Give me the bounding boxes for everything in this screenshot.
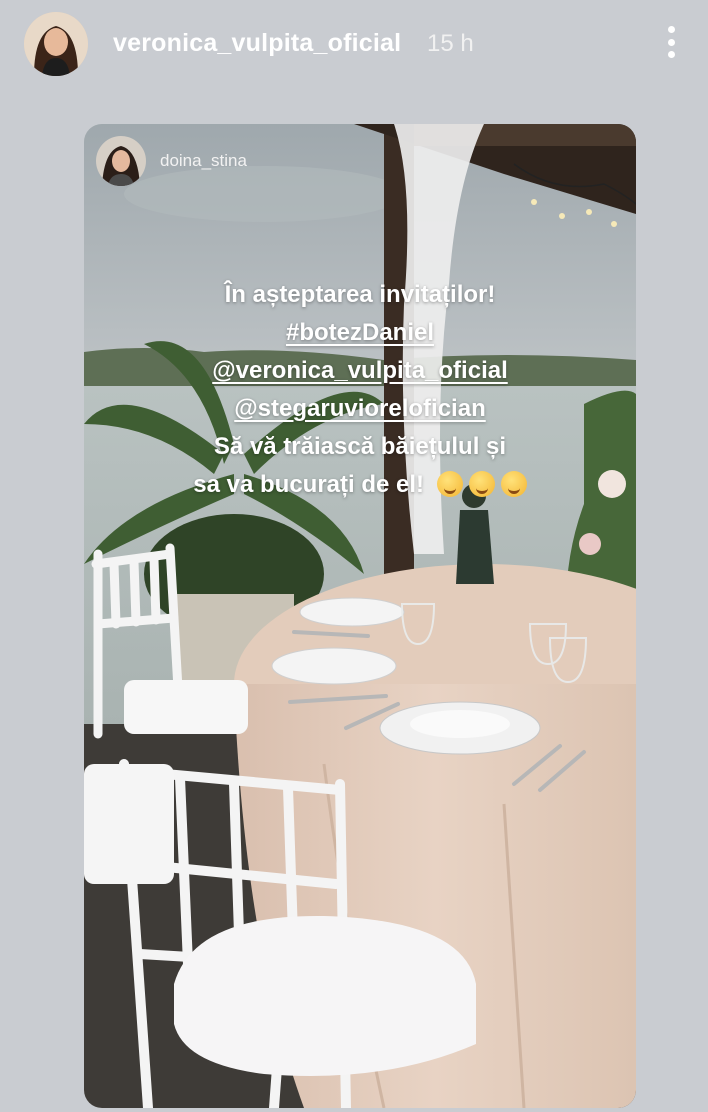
post-time: 15 h <box>427 30 474 57</box>
mention-link-1[interactable]: @veronica_vulpita_oficial <box>212 357 508 384</box>
hugging-face-icon <box>468 471 495 497</box>
repost-avatar[interactable] <box>96 136 146 186</box>
profile-username[interactable]: veronica_vulpita_oficial <box>113 29 401 58</box>
more-vertical-icon <box>667 26 675 33</box>
mention-link-2[interactable]: @stegaruviorelofician <box>234 395 485 422</box>
hugging-face-icon <box>500 471 527 497</box>
caption-line-6: sa va bucurați de el! <box>193 471 425 498</box>
story-caption: În așteptarea invitaților! #botezDaniel … <box>84 276 636 504</box>
story-photo <box>84 124 636 1108</box>
story-card[interactable]: doina_stina În așteptarea invitaților! #… <box>84 124 636 1108</box>
hugging-face-icon <box>436 471 463 497</box>
repost-username[interactable]: doina_stina <box>160 151 247 171</box>
caption-line-5: Să vă trăiască băiețulul și <box>213 433 507 460</box>
caption-line-1: În așteptarea invitaților! <box>224 281 496 308</box>
story-header: veronica_vulpita_oficial 15 h <box>0 0 708 92</box>
hashtag-link[interactable]: #botezDaniel <box>286 319 434 346</box>
more-options-button[interactable] <box>656 22 686 62</box>
profile-avatar[interactable] <box>24 12 88 76</box>
